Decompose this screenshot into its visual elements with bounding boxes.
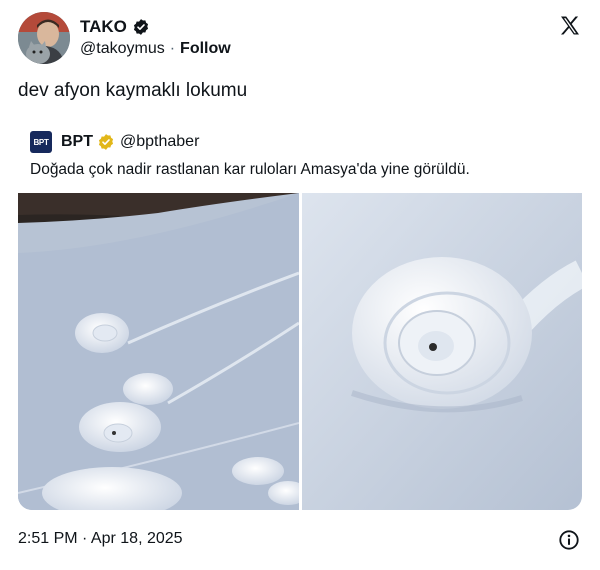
quote-avatar[interactable]: BPT [30, 131, 52, 153]
quote-text: Doğada çok nadir rastlanan kar ruloları … [30, 161, 470, 178]
tweet-text: dev afyon kaymaklı lokumu [18, 80, 248, 101]
verified-badge-icon [133, 19, 148, 35]
info-icon[interactable] [558, 529, 580, 551]
quoted-tweet[interactable]: BPT BPT @bpthaber Doğada çok nadir rastl… [18, 121, 582, 510]
snow-roller-photo-right[interactable] [302, 193, 582, 510]
avatar[interactable] [18, 12, 70, 64]
tweet-timestamp[interactable]: 2:51 PM · Apr 18, 2025 [18, 530, 183, 548]
snow-rollers-photo-left[interactable] [18, 193, 299, 510]
separator-dot: · [169, 40, 176, 57]
x-logo-icon[interactable] [558, 14, 582, 38]
tweet-header: TAKO @takoymus · Follow [18, 12, 582, 66]
quote-author-handle[interactable]: @bpthaber [120, 133, 199, 151]
quote-author-name[interactable]: BPT [61, 133, 93, 151]
follow-button[interactable]: Follow [180, 40, 231, 58]
gold-verified-badge-icon [98, 134, 114, 150]
author-handle[interactable]: @takoymus [80, 40, 165, 58]
author-name[interactable]: TAKO [80, 17, 127, 37]
quote-media [18, 193, 582, 510]
